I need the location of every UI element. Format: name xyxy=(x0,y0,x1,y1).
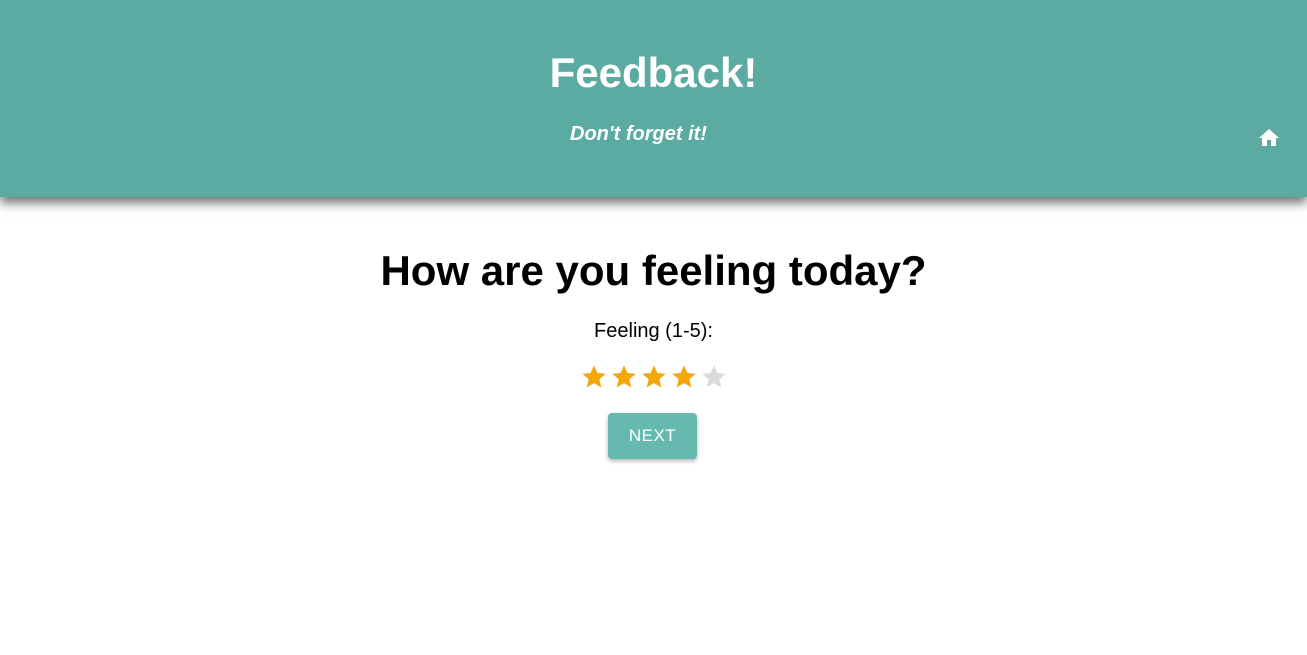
star-rating xyxy=(0,362,1307,392)
header-subtitle: Don't forget it! xyxy=(570,123,707,145)
question-heading: How are you feeling today? xyxy=(380,247,927,294)
star-icon-4[interactable] xyxy=(670,362,698,392)
star-icon-5[interactable] xyxy=(700,362,728,392)
star-icon-3[interactable] xyxy=(640,362,668,392)
home-icon xyxy=(1259,129,1279,146)
feeling-label: Feeling (1-5): xyxy=(594,320,713,342)
home-button[interactable] xyxy=(1254,124,1284,152)
next-button[interactable]: NEXT xyxy=(608,413,697,459)
header-title: Feedback! xyxy=(549,49,758,96)
main-content: How are you feeling today? Feeling (1-5)… xyxy=(0,197,1307,655)
star-icon-2[interactable] xyxy=(610,362,638,392)
app-header: Feedback! Don't forget it! xyxy=(0,0,1307,197)
star-icon-1[interactable] xyxy=(580,362,608,392)
